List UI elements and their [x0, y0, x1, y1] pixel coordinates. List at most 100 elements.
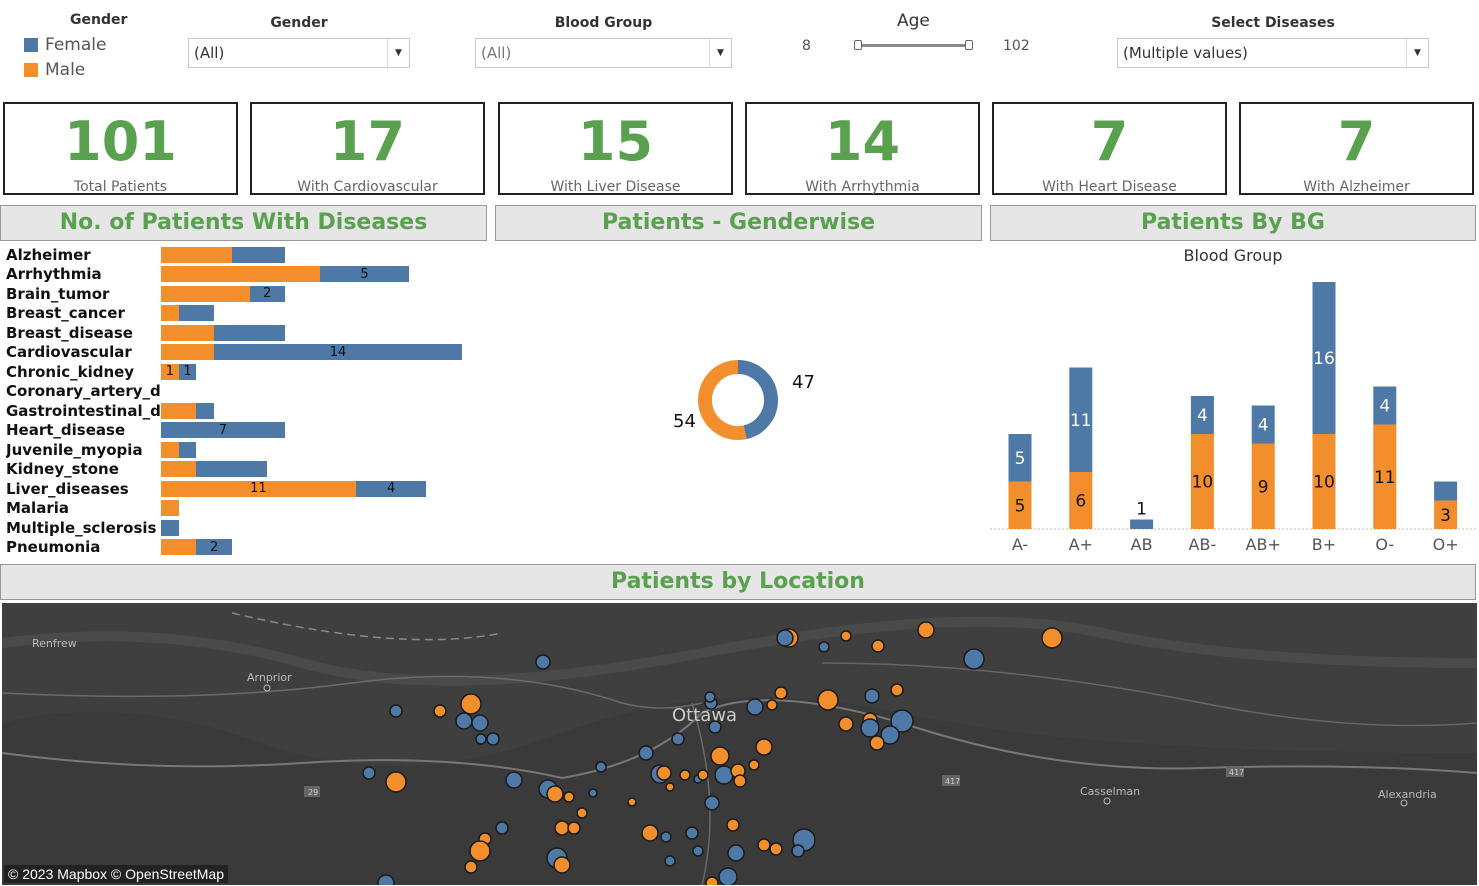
disease-bar[interactable]: [161, 461, 268, 478]
female-bar[interactable]: [1434, 481, 1458, 501]
patient-marker[interactable]: [679, 769, 691, 781]
disease-row[interactable]: Cardiovascular 14: [6, 343, 476, 363]
patient-marker[interactable]: [385, 771, 407, 793]
patient-marker[interactable]: [553, 856, 571, 874]
patient-marker[interactable]: [641, 824, 659, 842]
disease-bar[interactable]: [161, 324, 285, 341]
patient-marker[interactable]: [692, 845, 704, 857]
legend-item-female[interactable]: Female: [24, 35, 106, 55]
disease-bar[interactable]: 2: [161, 285, 285, 302]
patient-marker[interactable]: [563, 791, 575, 803]
male-bar-segment[interactable]: [161, 246, 232, 263]
disease-row[interactable]: Pneumonia 2: [6, 538, 476, 558]
patient-marker[interactable]: [460, 693, 482, 715]
disease-row[interactable]: Juvenile_myopia: [6, 440, 476, 460]
legend-item-male[interactable]: Male: [24, 60, 85, 80]
patient-marker[interactable]: [871, 639, 885, 653]
patient-marker[interactable]: [746, 698, 764, 716]
disease-row[interactable]: Breast_disease: [6, 323, 476, 343]
disease-row[interactable]: Chronic_kidney 1 1: [6, 362, 476, 382]
patient-marker[interactable]: [708, 720, 722, 734]
disease-bar[interactable]: 5: [161, 266, 409, 283]
patient-marker[interactable]: [757, 838, 771, 852]
diseases-dropdown[interactable]: (Multiple values) ▼: [1117, 38, 1429, 68]
patient-marker[interactable]: [495, 821, 509, 835]
patient-marker[interactable]: [710, 746, 730, 766]
patient-marker[interactable]: [818, 641, 830, 653]
disease-row[interactable]: Multiple_sclerosis: [6, 518, 476, 538]
disease-row[interactable]: Kidney_stone: [6, 460, 476, 480]
male-bar-segment[interactable]: [161, 441, 179, 458]
disease-bar[interactable]: 2: [161, 539, 232, 556]
patient-marker[interactable]: [963, 648, 985, 670]
patient-marker[interactable]: [791, 844, 805, 858]
patient-marker[interactable]: [535, 654, 551, 670]
disease-bar[interactable]: [161, 402, 215, 419]
female-bar-segment[interactable]: 1: [178, 363, 197, 380]
patient-marker[interactable]: [486, 732, 500, 746]
female-bar-segment[interactable]: [196, 461, 268, 478]
disease-bar[interactable]: 14: [161, 344, 462, 361]
disease-bar[interactable]: [161, 441, 197, 458]
patient-marker[interactable]: [776, 629, 794, 647]
patient-marker[interactable]: [664, 855, 676, 867]
male-bar-segment[interactable]: [161, 500, 179, 517]
age-slider-max-handle[interactable]: [965, 40, 973, 50]
age-slider-track[interactable]: [858, 44, 970, 47]
patient-marker[interactable]: [860, 718, 880, 738]
patient-marker[interactable]: [546, 785, 564, 803]
patient-marker[interactable]: [718, 867, 738, 885]
patient-marker[interactable]: [389, 704, 403, 718]
disease-row[interactable]: Brain_tumor 2: [6, 284, 476, 304]
male-bar-segment[interactable]: [161, 305, 179, 322]
disease-row[interactable]: Malaria: [6, 499, 476, 519]
disease-bar[interactable]: [161, 519, 179, 536]
patient-marker[interactable]: [595, 761, 607, 773]
patient-marker[interactable]: [638, 745, 654, 761]
disease-bar[interactable]: [161, 246, 285, 263]
patient-marker[interactable]: [554, 820, 570, 836]
patient-marker[interactable]: [671, 732, 685, 746]
female-bar-segment[interactable]: [178, 441, 197, 458]
patient-marker[interactable]: [726, 818, 740, 832]
disease-row[interactable]: Coronary_artery_d..: [6, 382, 476, 402]
patient-marker[interactable]: [869, 735, 885, 751]
patient-marker[interactable]: [685, 826, 699, 840]
patient-marker[interactable]: [704, 795, 720, 811]
male-bar-segment[interactable]: [161, 402, 197, 419]
patient-marker[interactable]: [455, 712, 473, 730]
female-bar-segment[interactable]: 14: [214, 344, 462, 361]
patients-map[interactable]: 29 417 417 Renfrew Arnprior Ottawa Casse…: [2, 603, 1477, 885]
age-slider-min-handle[interactable]: [854, 40, 862, 50]
patient-marker[interactable]: [733, 774, 747, 788]
patient-marker[interactable]: [660, 831, 672, 843]
disease-row[interactable]: Heart_disease 7: [6, 421, 476, 441]
female-bar-segment[interactable]: [196, 402, 215, 419]
patient-marker[interactable]: [665, 782, 675, 792]
female-bar-segment[interactable]: [231, 246, 285, 263]
disease-row[interactable]: Liver_diseases 11 4: [6, 479, 476, 499]
male-bar-segment[interactable]: [161, 539, 197, 556]
patient-marker[interactable]: [714, 765, 734, 785]
patient-marker[interactable]: [766, 699, 778, 711]
disease-bar[interactable]: 11: [161, 363, 197, 380]
male-bar-segment[interactable]: 11: [161, 480, 356, 497]
female-bar-segment[interactable]: 5: [320, 266, 409, 283]
patient-marker[interactable]: [705, 876, 719, 885]
female-bar-segment[interactable]: 4: [355, 480, 427, 497]
patient-marker[interactable]: [627, 797, 637, 807]
patient-marker[interactable]: [377, 874, 395, 885]
male-bar-segment[interactable]: [161, 266, 321, 283]
disease-bar[interactable]: [161, 500, 179, 517]
gender-dropdown[interactable]: (All) ▼: [188, 38, 410, 68]
patient-marker[interactable]: [917, 621, 935, 639]
female-donut-slice[interactable]: [737, 360, 778, 440]
patient-marker[interactable]: [576, 807, 588, 819]
patient-marker[interactable]: [864, 688, 880, 704]
disease-row[interactable]: Gastrointestinal_di..: [6, 401, 476, 421]
patient-marker[interactable]: [704, 691, 716, 703]
male-bar-segment[interactable]: 1: [161, 363, 179, 380]
female-bar[interactable]: [1130, 519, 1154, 530]
female-bar-segment[interactable]: 2: [196, 539, 232, 556]
disease-bar[interactable]: 7: [161, 422, 285, 439]
